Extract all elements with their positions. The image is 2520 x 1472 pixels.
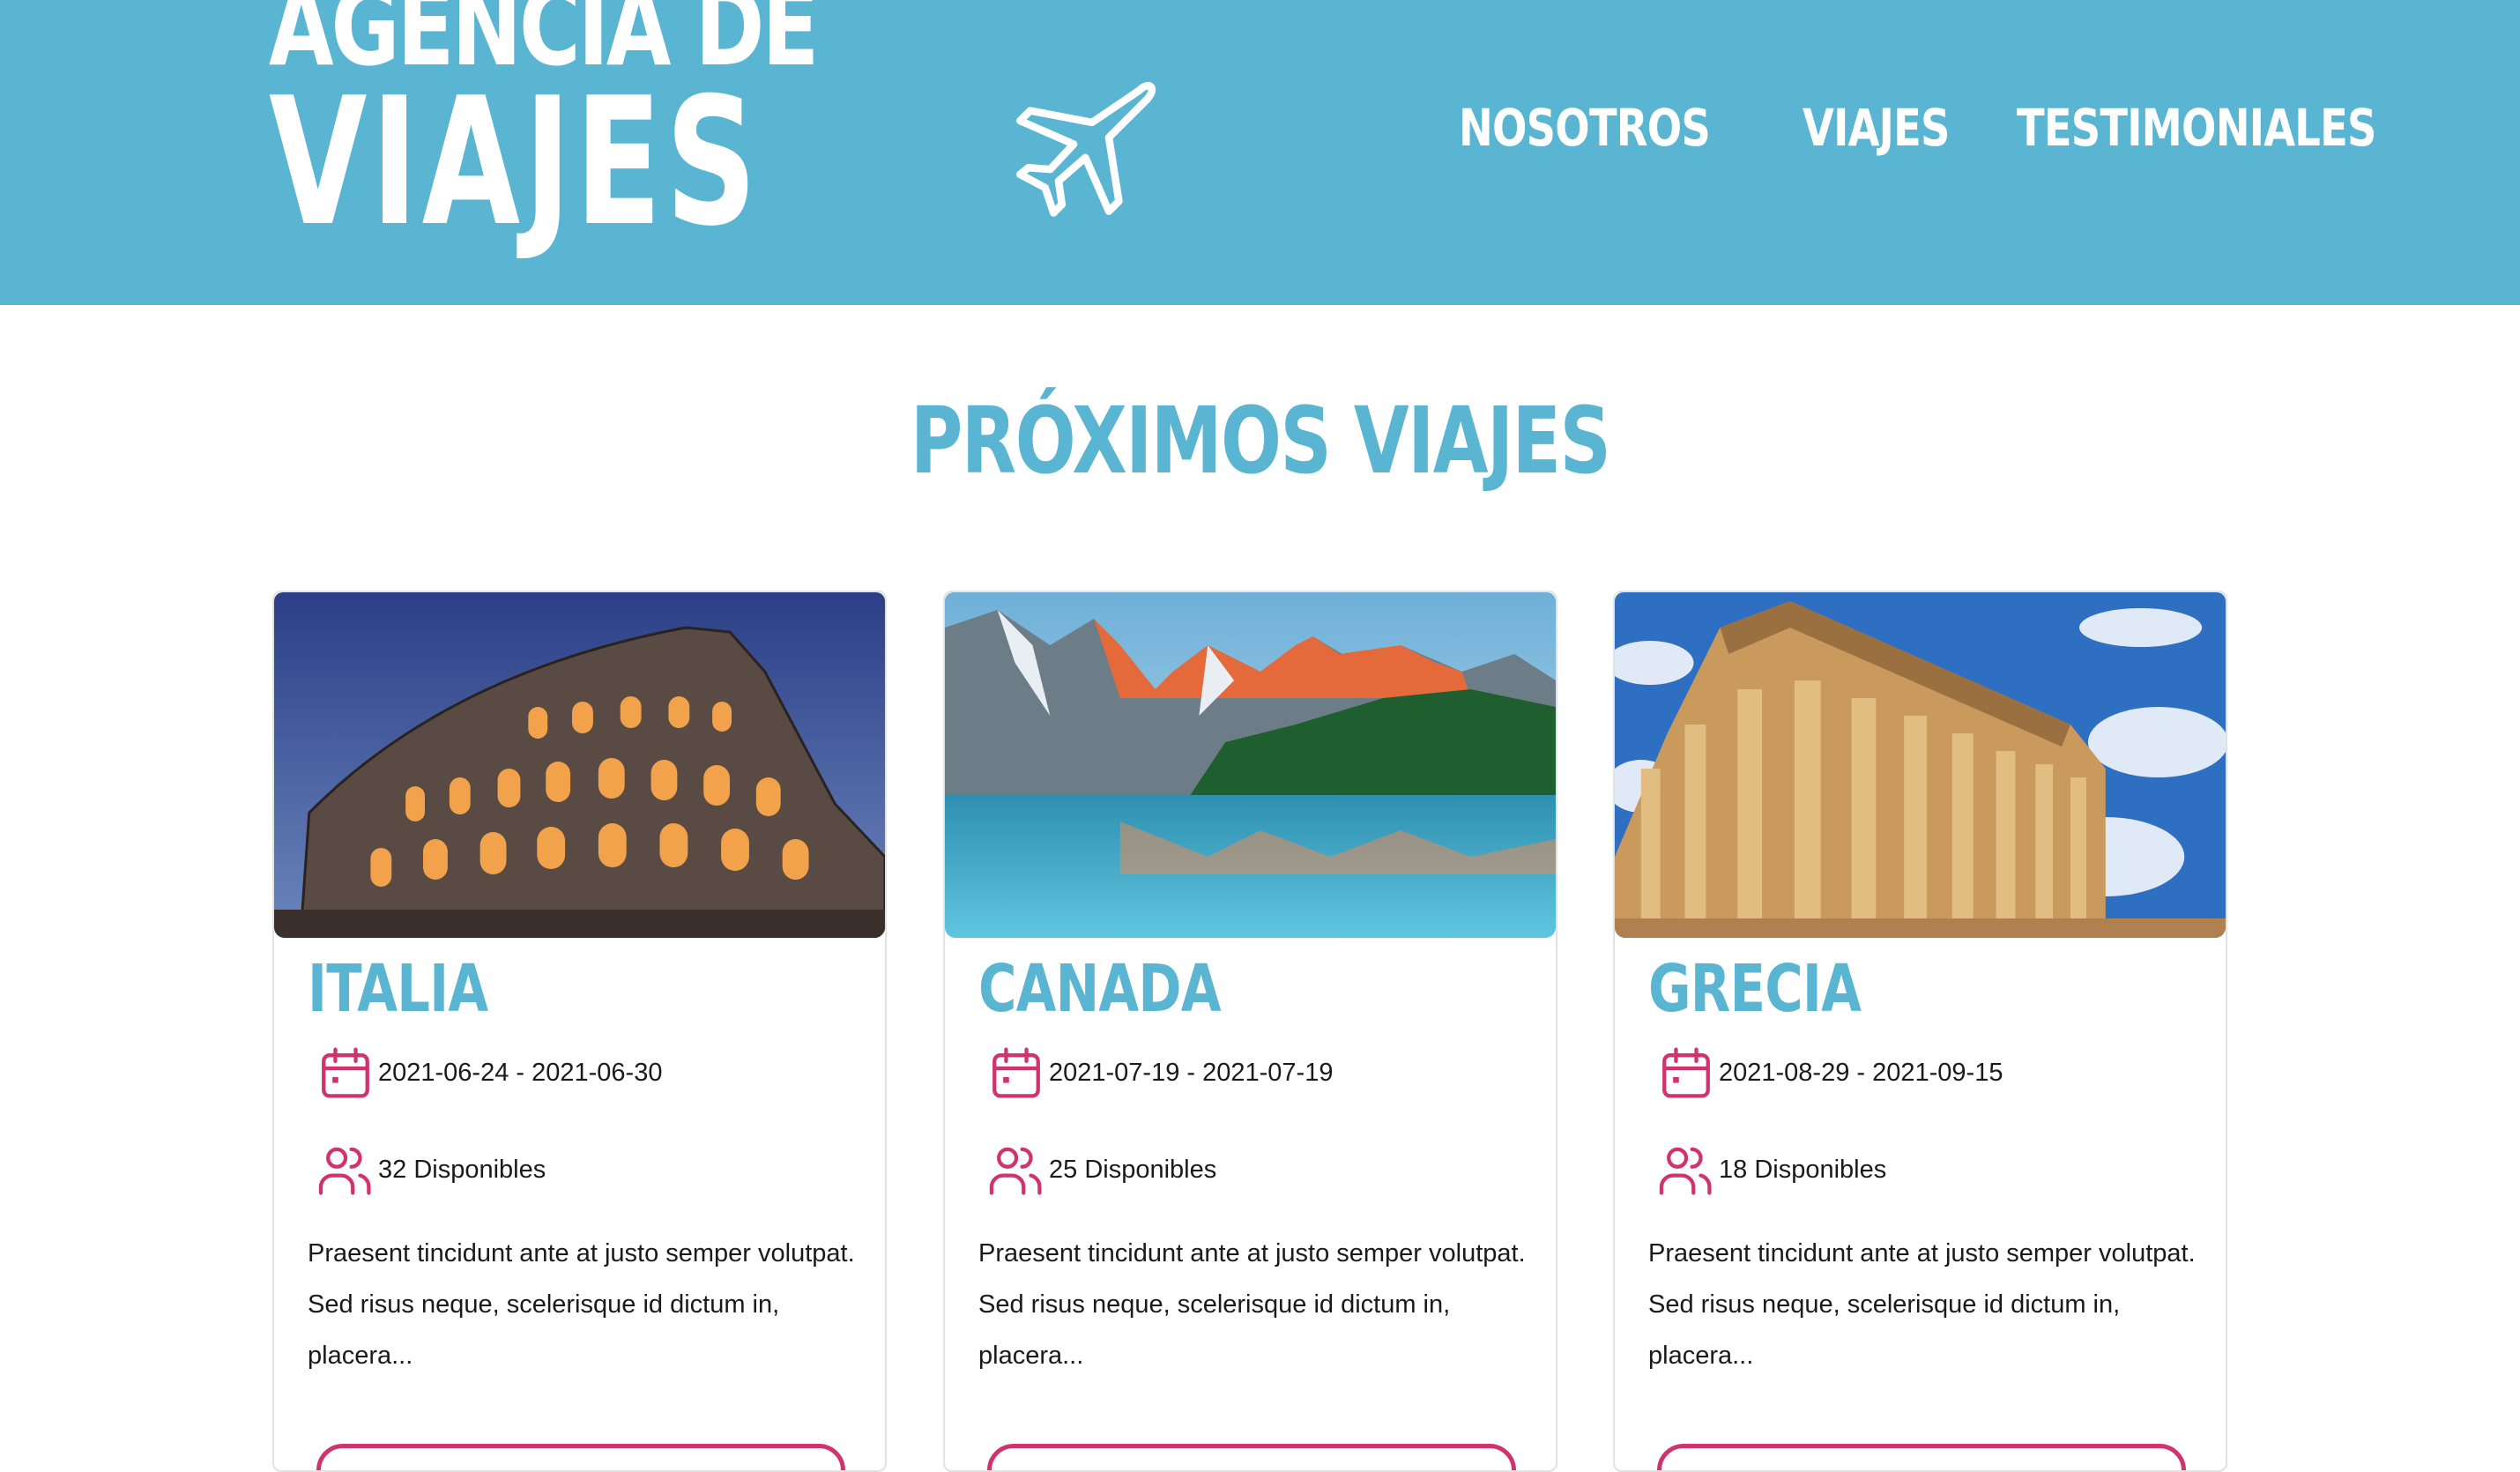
calendar-icon: [316, 1042, 375, 1104]
trip-description: Praesent tincidunt ante at justo semper …: [308, 1239, 855, 1370]
logo-link[interactable]: AGENCIA DE VIAJES: [269, 0, 1156, 273]
trip-availability: 32 Disponibles: [316, 1139, 546, 1201]
trip-availability: 18 Disponibles: [1657, 1139, 1886, 1201]
trip-title: GRECIA: [1648, 951, 1862, 1027]
trip-title: CANADA: [978, 951, 1222, 1027]
section-title: PRÓXIMOS VIAJES: [910, 387, 1611, 494]
site-header: AGENCIA DE VIAJES NOSOTROS VIAJES TESTIM…: [0, 0, 2520, 305]
trip-dates-text: 2021-07-19 - 2021-07-19: [1049, 1058, 1334, 1087]
trip-card: CANADA 2021-07-19 - 2021-07-19 25 Dispon…: [943, 591, 1557, 1472]
airplane-icon: [1016, 82, 1156, 217]
trip-more-button[interactable]: [1657, 1444, 2186, 1470]
trip-card: ITALIA 2021-06-24 - 2021-06-30 32 Dispon…: [272, 591, 887, 1472]
trip-title: ITALIA: [308, 951, 488, 1027]
trip-available-text: 32 Disponibles: [378, 1155, 546, 1184]
mountain-lake-photo[interactable]: [945, 592, 1556, 938]
trip-available-text: 25 Disponibles: [1049, 1155, 1217, 1184]
users-icon: [316, 1139, 375, 1201]
nav-viajes[interactable]: VIAJES: [1803, 97, 1950, 159]
colosseum-photo[interactable]: [274, 592, 885, 938]
trip-dates-text: 2021-08-29 - 2021-09-15: [1719, 1058, 2003, 1087]
trip-description: Praesent tincidunt ante at justo semper …: [1648, 1239, 2196, 1370]
users-icon: [987, 1139, 1045, 1201]
parthenon-photo[interactable]: [1615, 592, 2226, 938]
trip-dates: 2021-06-24 - 2021-06-30: [316, 1042, 662, 1104]
trip-more-button[interactable]: [316, 1444, 845, 1470]
calendar-icon: [1657, 1042, 1715, 1104]
main-nav: NOSOTROS VIAJES TESTIMONIALES: [1459, 93, 2439, 163]
nav-testimoniales[interactable]: TESTIMONIALES: [2017, 97, 2376, 159]
nav-nosotros[interactable]: NOSOTROS: [1459, 97, 1711, 159]
trip-dates: 2021-07-19 - 2021-07-19: [987, 1042, 1333, 1104]
trip-more-button[interactable]: [987, 1444, 1516, 1470]
trip-dates-text: 2021-06-24 - 2021-06-30: [378, 1058, 663, 1087]
trip-availability: 25 Disponibles: [987, 1139, 1216, 1201]
calendar-icon: [987, 1042, 1045, 1104]
trip-card: GRECIA 2021-08-29 - 2021-09-15 18 Dispon…: [1613, 591, 2227, 1472]
trip-description: Praesent tincidunt ante at justo semper …: [978, 1239, 1526, 1370]
logo-line2: VIAJES: [269, 60, 762, 265]
trip-dates: 2021-08-29 - 2021-09-15: [1657, 1042, 2003, 1104]
users-icon: [1657, 1139, 1715, 1201]
trip-available-text: 18 Disponibles: [1719, 1155, 1887, 1184]
